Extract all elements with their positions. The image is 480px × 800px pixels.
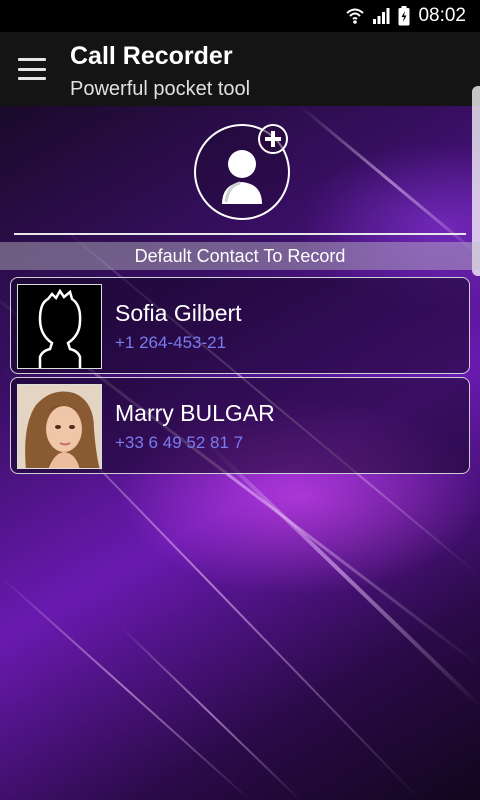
divider (14, 233, 466, 235)
status-bar: 08:02 (0, 0, 480, 32)
contact-card[interactable]: Marry BULGAR +33 6 49 52 81 7 (10, 377, 470, 474)
signal-icon (372, 7, 390, 25)
contact-card[interactable]: Sofia Gilbert +1 264-453-21 (10, 277, 470, 374)
app-title: Call Recorder (70, 42, 233, 70)
contact-phone: +1 264-453-21 (115, 333, 227, 352)
plus-icon (258, 124, 288, 154)
section-header: Default Contact To Record (0, 242, 480, 270)
app-subtitle: Powerful pocket tool (70, 78, 251, 100)
battery-icon (398, 6, 410, 26)
menu-icon[interactable] (18, 58, 46, 80)
app-bar: Call Recorder Powerful pocket tool (0, 32, 480, 106)
status-time: 08:02 (418, 5, 466, 26)
add-contact-button[interactable] (194, 124, 290, 220)
default-avatar-icon (17, 284, 102, 369)
contact-name: Sofia Gilbert (115, 300, 242, 326)
contact-name: Marry BULGAR (115, 400, 275, 426)
contact-phone: +33 6 49 52 81 7 (115, 433, 244, 452)
photo-avatar (17, 384, 102, 469)
wifi-icon (346, 7, 365, 25)
